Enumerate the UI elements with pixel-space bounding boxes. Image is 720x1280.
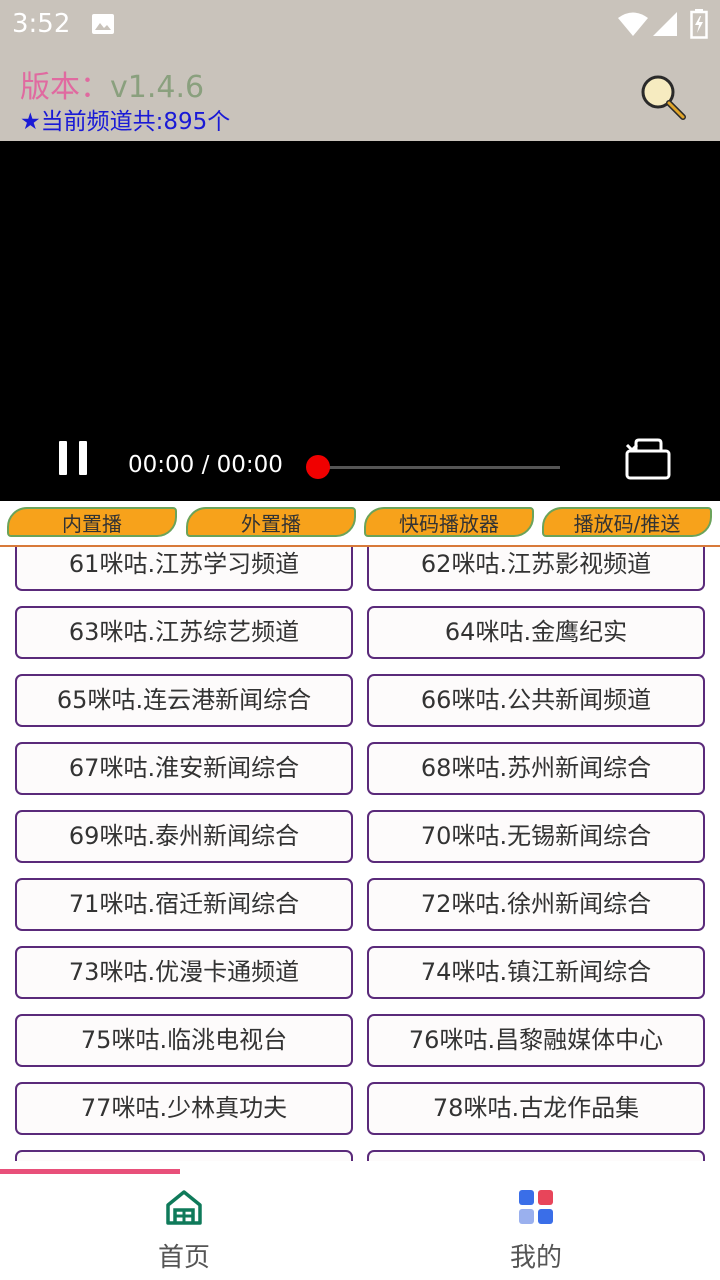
rotate-screen-icon[interactable] [624,437,672,481]
channel-item[interactable]: 62咪咕.江苏影视频道 [367,547,705,591]
channel-item[interactable]: 65咪咕.连云港新闻综合 [15,674,353,727]
channel-item[interactable]: 77咪咕.少林真功夫 [15,1082,353,1135]
wifi-icon [618,12,648,36]
play-mode-bar: 内置播 外置播 快码播放器 播放码/推送 [0,501,720,547]
play-code-push-button[interactable]: 播放码/推送 [542,507,712,537]
builtin-player-button[interactable]: 内置播 [7,507,177,537]
channel-item[interactable]: 68咪咕.苏州新闻综合 [367,742,705,795]
channel-item[interactable]: 72咪咕.徐州新闻综合 [367,878,705,931]
tab-home[interactable]: 首页 [84,1189,284,1274]
grid-apps-icon [519,1190,553,1224]
channel-item[interactable]: 69咪咕.泰州新闻综合 [15,810,353,863]
tab-indicator [0,1169,180,1174]
image-notification-icon [92,14,114,34]
tab-mine-label: 我的 [509,1243,562,1273]
battery-icon [690,9,708,39]
channel-item-partial[interactable] [367,1150,705,1161]
status-time: 3:52 [12,9,71,39]
channel-item[interactable]: 67咪咕.淮安新闻综合 [15,742,353,795]
tab-mine[interactable]: 我的 [436,1189,636,1274]
channel-item[interactable]: 66咪咕.公共新闻频道 [367,674,705,727]
channel-item[interactable]: 73咪咕.优漫卡通频道 [15,946,353,999]
channel-item[interactable]: 78咪咕.古龙作品集 [367,1082,705,1135]
channel-item-partial[interactable] [15,1150,353,1161]
channel-grid: 61咪咕.江苏学习频道 62咪咕.江苏影视频道 63咪咕.江苏综艺频道 64咪咕… [0,547,720,1161]
channel-item[interactable]: 61咪咕.江苏学习频道 [15,547,353,591]
quick-code-player-button[interactable]: 快码播放器 [364,507,534,537]
external-player-button[interactable]: 外置播 [186,507,356,537]
channel-item[interactable]: 63咪咕.江苏综艺频道 [15,606,353,659]
video-player[interactable]: 00:00 / 00:00 [0,141,720,501]
home-icon [166,1190,202,1225]
version-value: v1.4.6 [110,70,205,105]
tab-home-label: 首页 [157,1243,210,1273]
channel-count: ★当前频道共:895个 [20,109,231,135]
channel-item[interactable]: 71咪咕.宿迁新闻综合 [15,878,353,931]
version-label: 版本： [20,70,110,105]
app-header: 版本：v1.4.6 ★当前频道共:895个 [0,50,720,141]
channel-item[interactable]: 74咪咕.镇江新闻综合 [367,946,705,999]
bottom-nav: 首页 我的 [0,1161,720,1280]
search-icon[interactable] [638,72,688,122]
progress-track[interactable] [318,466,560,469]
channel-item[interactable]: 75咪咕.临洮电视台 [15,1014,353,1067]
pause-button[interactable] [56,441,90,477]
signal-icon [653,12,677,36]
channel-item[interactable]: 76咪咕.昌黎融媒体中心 [367,1014,705,1067]
channel-item[interactable]: 64咪咕.金鹰纪实 [367,606,705,659]
channel-item[interactable]: 70咪咕.无锡新闻综合 [367,810,705,863]
playback-time: 00:00 / 00:00 [128,452,283,478]
progress-knob[interactable] [306,455,330,479]
version-text: 版本：v1.4.6 [20,62,204,106]
status-bar: 3:52 [0,0,720,50]
